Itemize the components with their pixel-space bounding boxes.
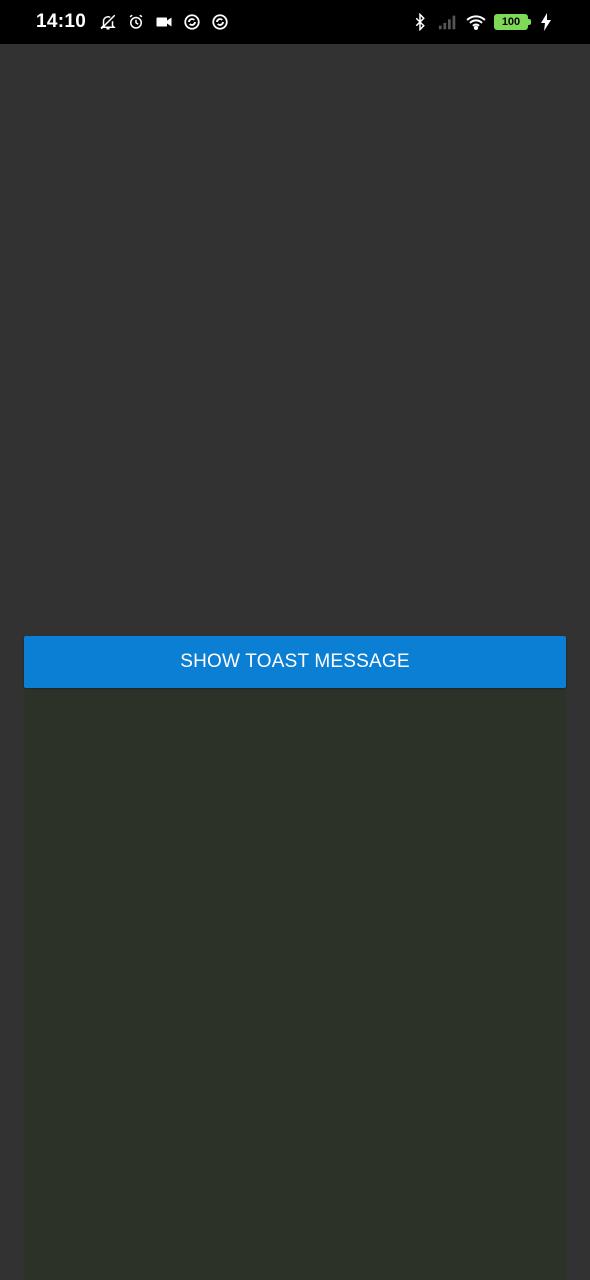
status-time: 14:10 xyxy=(36,11,87,32)
bell-off-icon xyxy=(98,12,118,32)
show-toast-message-button[interactable]: SHOW TOAST MESSAGE xyxy=(24,636,566,688)
battery-icon: 100 xyxy=(494,14,531,30)
charging-icon xyxy=(536,12,556,32)
cellular-signal-icon xyxy=(438,12,458,32)
sync-icon xyxy=(182,12,202,32)
video-camera-icon xyxy=(154,12,174,32)
status-bar-right: 100 xyxy=(410,12,556,32)
sync-icon xyxy=(210,12,230,32)
battery-level: 100 xyxy=(501,15,521,28)
wifi-icon xyxy=(466,12,486,32)
status-bar: 14:10 100 xyxy=(0,0,590,44)
bluetooth-icon xyxy=(410,12,430,32)
app-content: SHOW TOAST MESSAGE xyxy=(0,44,590,1280)
alarm-icon xyxy=(126,12,146,32)
content-panel xyxy=(24,690,566,1280)
status-bar-left: 14:10 xyxy=(36,11,230,33)
